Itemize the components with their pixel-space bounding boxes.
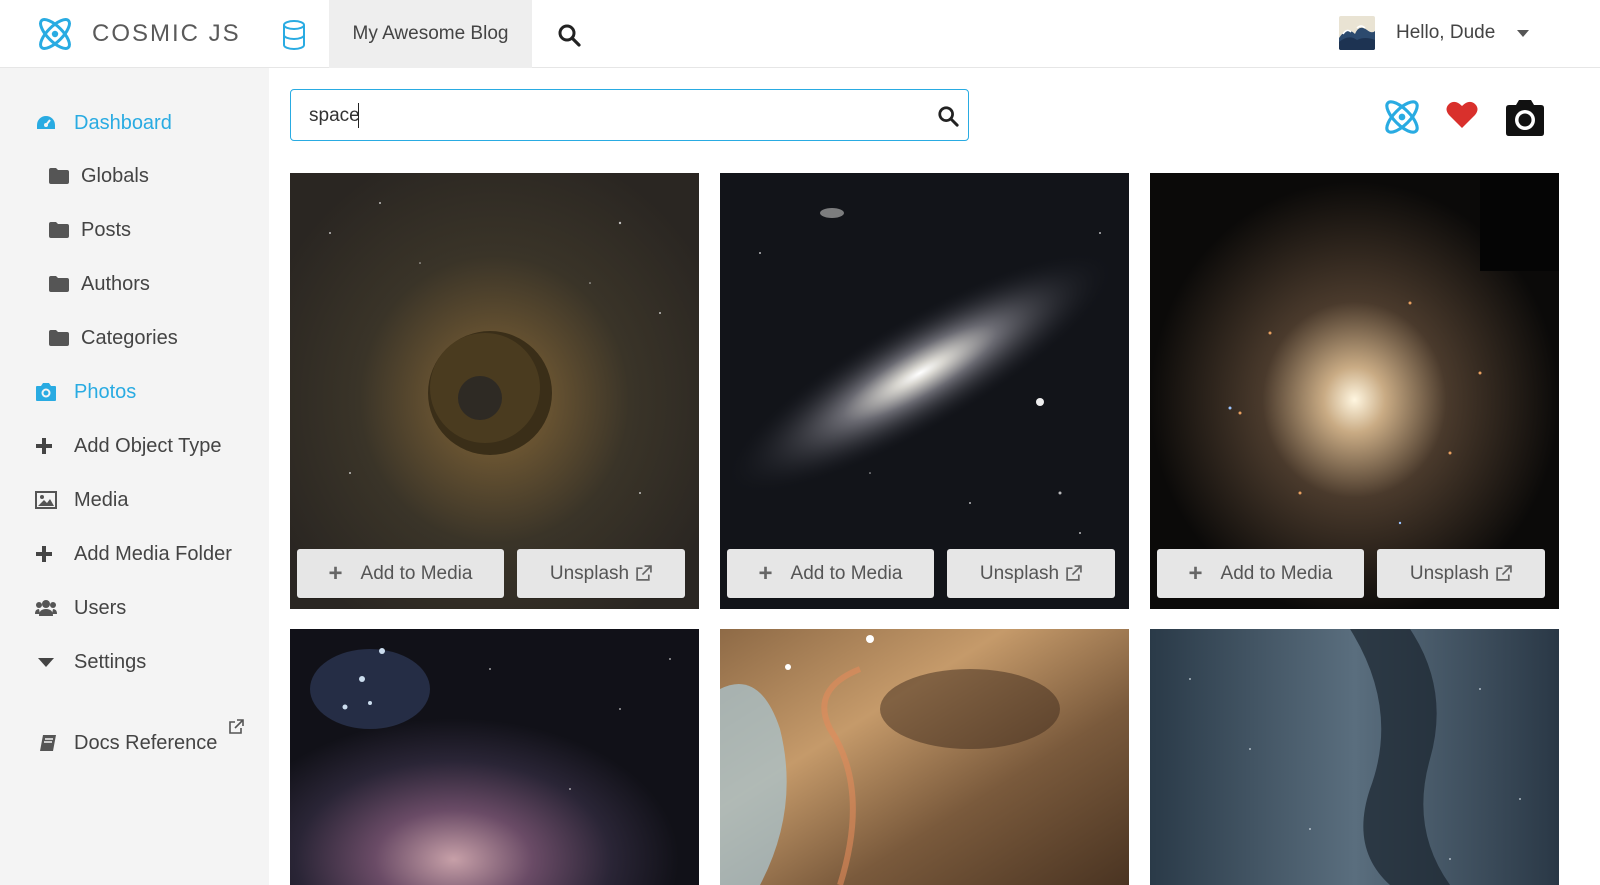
folder-icon <box>48 165 70 187</box>
folder-icon <box>48 273 70 295</box>
sidebar-item-settings[interactable]: Settings <box>0 642 269 682</box>
plus-icon: + <box>758 559 773 587</box>
photo-card: + Add to Media Unsplash <box>720 173 1129 609</box>
photo-card <box>1150 629 1559 885</box>
plus-icon <box>33 543 55 565</box>
user-greeting[interactable]: Hello, Dude <box>1396 22 1495 44</box>
external-link-icon <box>1066 565 1082 581</box>
unsplash-link-button[interactable]: Unsplash <box>947 549 1115 598</box>
photo-search-field[interactable] <box>290 89 969 141</box>
bucket-title: My Awesome Blog <box>352 23 509 44</box>
brand-logo[interactable]: COSMIC JS <box>34 14 241 54</box>
sidebar-item-photos[interactable]: Photos <box>0 372 269 412</box>
photo-tiny-planet[interactable] <box>290 173 699 609</box>
photo-andromeda-galaxy[interactable] <box>720 173 1129 609</box>
photo-star-cluster[interactable] <box>1150 173 1559 609</box>
sidebar-item-authors[interactable]: Authors <box>0 264 269 304</box>
unsplash-link-button[interactable]: Unsplash <box>517 549 685 598</box>
avatar[interactable] <box>1339 16 1375 50</box>
search-icon[interactable] <box>937 105 959 127</box>
avatar-wave-image-icon <box>1339 16 1375 50</box>
folder-icon <box>48 219 70 241</box>
sidebar-item-globals[interactable]: Globals <box>0 156 269 196</box>
caret-down-icon <box>35 651 57 673</box>
photo-milky-way[interactable] <box>1150 629 1559 885</box>
cosmic-logo-icon <box>39 18 71 50</box>
sidebar-item-label: Photos <box>74 380 137 403</box>
add-to-media-button[interactable]: + Add to Media <box>727 549 934 598</box>
sidebar-item-add-media-folder[interactable]: Add Media Folder <box>0 534 269 574</box>
bucket-title-tab[interactable]: My Awesome Blog <box>329 0 532 68</box>
sidebar-item-label: Users <box>74 596 127 619</box>
heart-icon[interactable] <box>1446 100 1478 130</box>
photo-card: + Add to Media Unsplash <box>290 173 699 609</box>
database-icon[interactable] <box>282 20 306 50</box>
folder-icon <box>48 327 70 349</box>
book-icon <box>37 732 59 754</box>
dashboard-icon <box>35 112 57 134</box>
sidebar-item-docs-reference[interactable]: Docs Reference <box>0 719 269 763</box>
sidebar-item-categories[interactable]: Categories <box>0 318 269 358</box>
photo-nebula-clouds[interactable] <box>720 629 1129 885</box>
sidebar-item-label: Media <box>74 488 129 511</box>
sidebar-item-add-object-type[interactable]: Add Object Type <box>0 426 269 466</box>
users-icon <box>35 597 57 619</box>
cosmic-media-icon[interactable] <box>1380 96 1424 138</box>
camera-icon[interactable] <box>1503 98 1547 138</box>
external-link-icon <box>636 565 652 581</box>
plus-icon <box>33 435 55 457</box>
sidebar-item-label: Settings <box>74 650 147 673</box>
photo-card <box>720 629 1129 885</box>
brand-name: COSMIC JS <box>92 20 241 47</box>
top-navbar: COSMIC JS My Awesome Blog Hello, Dude <box>0 0 1600 68</box>
photo-orion-nebula[interactable] <box>290 629 699 885</box>
search-icon[interactable] <box>557 23 581 47</box>
chevron-down-icon[interactable] <box>1517 30 1529 37</box>
image-icon <box>35 489 57 511</box>
plus-icon: + <box>1188 559 1203 587</box>
sidebar-item-label: Posts <box>81 218 132 241</box>
sidebar-item-dashboard[interactable]: Dashboard <box>0 103 269 143</box>
add-to-media-button[interactable]: + Add to Media <box>1157 549 1364 598</box>
sidebar-item-label: Categories <box>81 326 178 349</box>
sidebar-item-label: Authors <box>81 272 150 295</box>
sidebar-item-label: Add Media Folder <box>74 542 232 565</box>
external-link-icon <box>229 719 244 734</box>
photo-card <box>290 629 699 885</box>
sidebar: Dashboard Globals Posts Authors Categori… <box>0 68 269 885</box>
sidebar-item-label: Docs Reference <box>74 731 218 754</box>
external-link-icon <box>1496 565 1512 581</box>
unsplash-link-button[interactable]: Unsplash <box>1377 549 1545 598</box>
sidebar-item-label: Dashboard <box>74 111 172 134</box>
plus-icon: + <box>328 559 343 587</box>
sidebar-item-label: Globals <box>81 164 149 187</box>
photo-card: + Add to Media Unsplash <box>1150 173 1559 609</box>
camera-icon <box>35 381 57 403</box>
sidebar-item-users[interactable]: Users <box>0 588 269 628</box>
text-cursor <box>358 103 359 128</box>
sidebar-item-posts[interactable]: Posts <box>0 210 269 250</box>
sidebar-item-label: Add Object Type <box>74 434 222 457</box>
search-input[interactable] <box>309 102 909 130</box>
sidebar-item-media[interactable]: Media <box>0 480 269 520</box>
add-to-media-button[interactable]: + Add to Media <box>297 549 504 598</box>
